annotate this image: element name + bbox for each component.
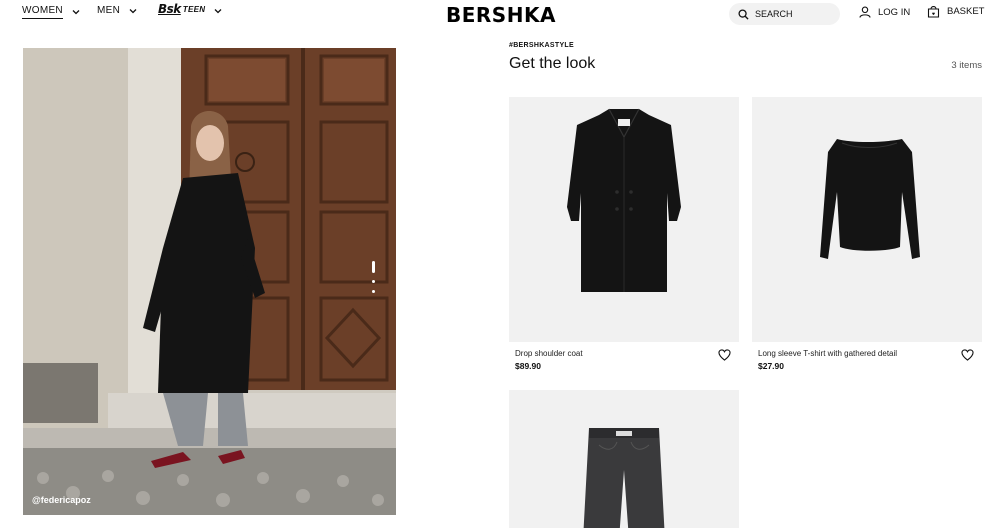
top-header: WOMEN MEN Bsk TEEN BERSHKA SEARCH LOG IN… [0, 0, 1000, 30]
bsk-teen-logo: Bsk TEEN [158, 2, 206, 16]
product-card[interactable]: Drop shoulder coat $89.90 [509, 97, 739, 371]
slide-dot[interactable] [372, 280, 375, 283]
login-button[interactable]: LOG IN [859, 6, 910, 18]
product-image[interactable] [509, 390, 739, 528]
product-name[interactable]: Drop shoulder coat [515, 349, 583, 358]
photo-credit[interactable]: @federicapoz [32, 495, 91, 505]
item-count: 3 items [951, 60, 982, 71]
hero-image[interactable]: @federicapoz [23, 48, 396, 515]
search-button[interactable]: SEARCH [729, 3, 840, 25]
slide-indicator[interactable] [372, 261, 375, 293]
nav-teen[interactable]: Bsk TEEN [158, 2, 223, 16]
product-name[interactable]: Long sleeve T-shirt with gathered detail [758, 349, 897, 358]
basket-label: BASKET [947, 6, 985, 17]
product-card[interactable]: Long sleeve T-shirt with gathered detail… [752, 97, 982, 371]
search-icon [738, 8, 749, 20]
section-title: Get the look [509, 55, 596, 72]
basket-icon [927, 6, 940, 18]
product-price: $89.90 [515, 361, 541, 371]
product-image[interactable] [509, 97, 739, 342]
login-label: LOG IN [878, 6, 911, 18]
hero-photo [23, 48, 396, 515]
user-icon [859, 6, 871, 18]
heart-icon[interactable] [961, 349, 974, 361]
top-image [820, 139, 920, 259]
nav-women-label: WOMEN [22, 5, 63, 19]
product-price: $27.90 [758, 361, 784, 371]
hashtag-label: #BERSHKASTYLE [509, 42, 574, 49]
search-label: SEARCH [755, 9, 793, 19]
nav-women[interactable]: WOMEN [22, 5, 81, 19]
chevron-down-icon [72, 10, 80, 15]
basket-button[interactable]: BASKET [927, 5, 985, 18]
chevron-down-icon [129, 8, 137, 13]
chevron-down-icon [214, 8, 222, 13]
product-card[interactable] [509, 390, 739, 528]
slide-dot[interactable] [372, 290, 375, 293]
product-image[interactable] [752, 97, 982, 342]
heart-icon[interactable] [718, 349, 731, 361]
brand-logo[interactable]: BERSHKA [446, 3, 556, 27]
nav-men[interactable]: MEN [97, 5, 138, 16]
nav-men-label: MEN [97, 5, 121, 16]
jeans-image [583, 428, 665, 528]
slide-dot-active[interactable] [372, 261, 375, 273]
coat-image [567, 108, 681, 292]
